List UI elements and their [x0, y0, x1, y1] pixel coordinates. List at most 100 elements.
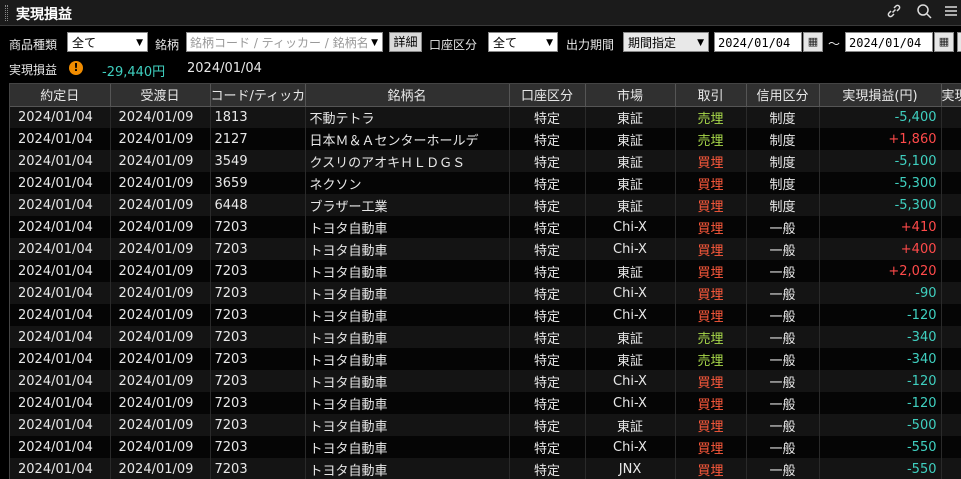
cell-margin: 制度 [746, 172, 820, 194]
summary-bar: 実現損益 ! -29,440円 2024/01/04 [0, 58, 961, 80]
table-row[interactable]: 2024/01/04 2024/01/09 7203 トヨタ自動車 特定 東証 売埋 一般 -3… [10, 326, 961, 348]
cell-trade-date: 2024/01/04 [10, 436, 111, 458]
column-header-trade-date[interactable]: 約定日 [10, 84, 111, 107]
column-header-pnl[interactable]: 実現損益(円) [819, 84, 942, 107]
cell-trade-date: 2024/01/04 [10, 194, 111, 216]
table-row[interactable]: 2024/01/04 2024/01/09 7203 トヨタ自動車 特定 Chi-X 買埋一… [10, 392, 961, 414]
product-type-select[interactable]: 全て ▼ [67, 32, 148, 52]
cell-trade-date: 2024/01/04 [10, 348, 111, 370]
date-range-tilde: ～ [828, 37, 841, 51]
cell-pnl: -5,300 [819, 194, 942, 216]
cell-margin: 制度 [746, 106, 820, 128]
cell-code: 7203 [210, 304, 306, 326]
cell-pnl: -120 [819, 392, 942, 414]
summary-date: 2024/01/04 [187, 61, 262, 76]
cell-pnl: -550 [819, 436, 942, 458]
cell-name: トヨタ自動車 [305, 260, 510, 282]
table-row[interactable]: 2024/01/04 2024/01/09 2127 日本Ｍ＆Ａセンターホールデ 特定東… [10, 128, 961, 150]
cell-trade: 買埋 [675, 458, 747, 479]
cell-market: 東証 [585, 150, 676, 172]
table-row[interactable]: 2024/01/04 2024/01/09 7203 トヨタ自動車 特定 Chi-X 買埋一… [10, 304, 961, 326]
cell-margin: 一般 [746, 458, 820, 479]
cell-pnl: -500 [819, 414, 942, 436]
cell-market: Chi-X [585, 392, 676, 414]
cell-name: トヨタ自動車 [305, 326, 510, 348]
cell-trade-date: 2024/01/04 [10, 458, 111, 479]
cell-margin: 一般 [746, 436, 820, 458]
table-row[interactable]: 2024/01/04 2024/01/09 7203 トヨタ自動車 特定 東証 買埋 一般 -5… [10, 414, 961, 436]
cell-market: Chi-X [585, 238, 676, 260]
link-icon[interactable] [884, 3, 904, 23]
table-row[interactable]: 2024/01/04 2024/01/09 3659 ネクソン 特定 東証 買埋 制度 -5,3… [10, 172, 961, 194]
cell-code: 3549 [210, 150, 306, 172]
cell-settle-date: 2024/01/09 [110, 414, 211, 436]
table-row[interactable]: 2024/01/04 2024/01/09 7203 トヨタ自動車 特定 東証 買埋 一般 +2… [10, 260, 961, 282]
table-row[interactable]: 2024/01/04 2024/01/09 7203 トヨタ自動車 特定 Chi-X 買埋一… [10, 436, 961, 458]
column-header-code[interactable]: コード/ティッカー [210, 84, 306, 107]
cell-code: 7203 [210, 436, 306, 458]
column-header-account[interactable]: 口座区分 [509, 84, 586, 107]
cell-account: 特定 [509, 326, 586, 348]
drag-grip[interactable] [5, 5, 8, 21]
cell-margin: 一般 [746, 348, 820, 370]
column-header-pnl-extra[interactable]: 実現損 [941, 84, 961, 107]
cell-trade-date: 2024/01/04 [10, 392, 111, 414]
cell-trade: 買埋 [675, 260, 747, 282]
cell-name: トヨタ自動車 [305, 392, 510, 414]
account-type-select[interactable]: 全て ▼ [488, 32, 558, 52]
table-row[interactable]: 2024/01/04 2024/01/09 7203 トヨタ自動車 特定 Chi-X 買埋一… [10, 370, 961, 392]
date-to-input[interactable]: 2024/01/04 [845, 32, 933, 52]
search-icon[interactable] [914, 3, 934, 23]
column-header-name[interactable]: 銘柄名 [305, 84, 510, 107]
warning-icon[interactable]: ! [69, 61, 83, 75]
table-row[interactable]: 2024/01/04 2024/01/09 7203 トヨタ自動車 特定 JNX 買埋 一般 -… [10, 458, 961, 479]
cell-pnl-extra [941, 150, 961, 172]
column-header-settle-date[interactable]: 受渡日 [110, 84, 211, 107]
table-row[interactable]: 2024/01/04 2024/01/09 7203 トヨタ自動車 特定 Chi-X 買埋一… [10, 282, 961, 304]
cell-code: 7203 [210, 392, 306, 414]
cell-trade: 売埋 [675, 106, 747, 128]
cell-trade-date: 2024/01/04 [10, 282, 111, 304]
cell-name: 不動テトラ [305, 106, 510, 128]
cell-name: トヨタ自動車 [305, 458, 510, 479]
date-from-input[interactable]: 2024/01/04 [714, 32, 802, 52]
symbol-label: 銘柄 [155, 38, 180, 52]
cell-trade-date: 2024/01/04 [10, 260, 111, 282]
cell-pnl-extra [941, 282, 961, 304]
table-row[interactable]: 2024/01/04 2024/01/09 7203 トヨタ自動車 特定 Chi-X 買埋一… [10, 238, 961, 260]
cell-code: 7203 [210, 348, 306, 370]
table-row[interactable]: 2024/01/04 2024/01/09 6448 ブラザー工業 特定 東証 買埋 制度 -5… [10, 194, 961, 216]
calendar-icon[interactable]: ▦ [803, 32, 823, 52]
account-type-value: 全て [493, 36, 518, 50]
cell-code: 7203 [210, 216, 306, 238]
detail-button[interactable]: 詳細 [389, 32, 422, 52]
cell-margin: 一般 [746, 392, 820, 414]
cell-pnl: -340 [819, 348, 942, 370]
cell-market: 東証 [585, 414, 676, 436]
cell-account: 特定 [509, 282, 586, 304]
menu-icon[interactable] [941, 3, 961, 23]
cell-margin: 制度 [746, 150, 820, 172]
cell-code: 7203 [210, 370, 306, 392]
calendar-icon[interactable]: ▦ [934, 32, 954, 52]
period-select[interactable]: 期間指定 ▼ [623, 32, 709, 52]
cell-margin: 制度 [746, 194, 820, 216]
table-row[interactable]: 2024/01/04 2024/01/09 7203 トヨタ自動車 特定 Chi-X 買埋一… [10, 216, 961, 238]
table-row[interactable]: 2024/01/04 2024/01/09 1813 不動テトラ 特定 東証 売埋 制度 -5,… [10, 106, 961, 128]
cell-trade: 買埋 [675, 392, 747, 414]
cell-account: 特定 [509, 348, 586, 370]
symbol-search-input[interactable]: 銘柄コード / ティッカー / 銘柄名 ▼ [186, 32, 383, 52]
cell-pnl-extra [941, 392, 961, 414]
cell-account: 特定 [509, 150, 586, 172]
table-row[interactable]: 2024/01/04 2024/01/09 7203 トヨタ自動車 特定 東証 売埋 一般 -3… [10, 348, 961, 370]
cell-pnl-extra [941, 436, 961, 458]
column-header-market[interactable]: 市場 [585, 84, 676, 107]
column-header-margin[interactable]: 信用区分 [746, 84, 820, 107]
cell-pnl-extra [941, 458, 961, 479]
chevron-down-icon: ▼ [136, 38, 143, 48]
table-row[interactable]: 2024/01/04 2024/01/09 3549 クスリのアオキＨＬＤＧＳ 特定 東証… [10, 150, 961, 172]
column-header-trade[interactable]: 取引 [675, 84, 747, 107]
product-type-label: 商品種類 [9, 38, 58, 52]
extra-control-edge [957, 32, 961, 52]
cell-account: 特定 [509, 238, 586, 260]
